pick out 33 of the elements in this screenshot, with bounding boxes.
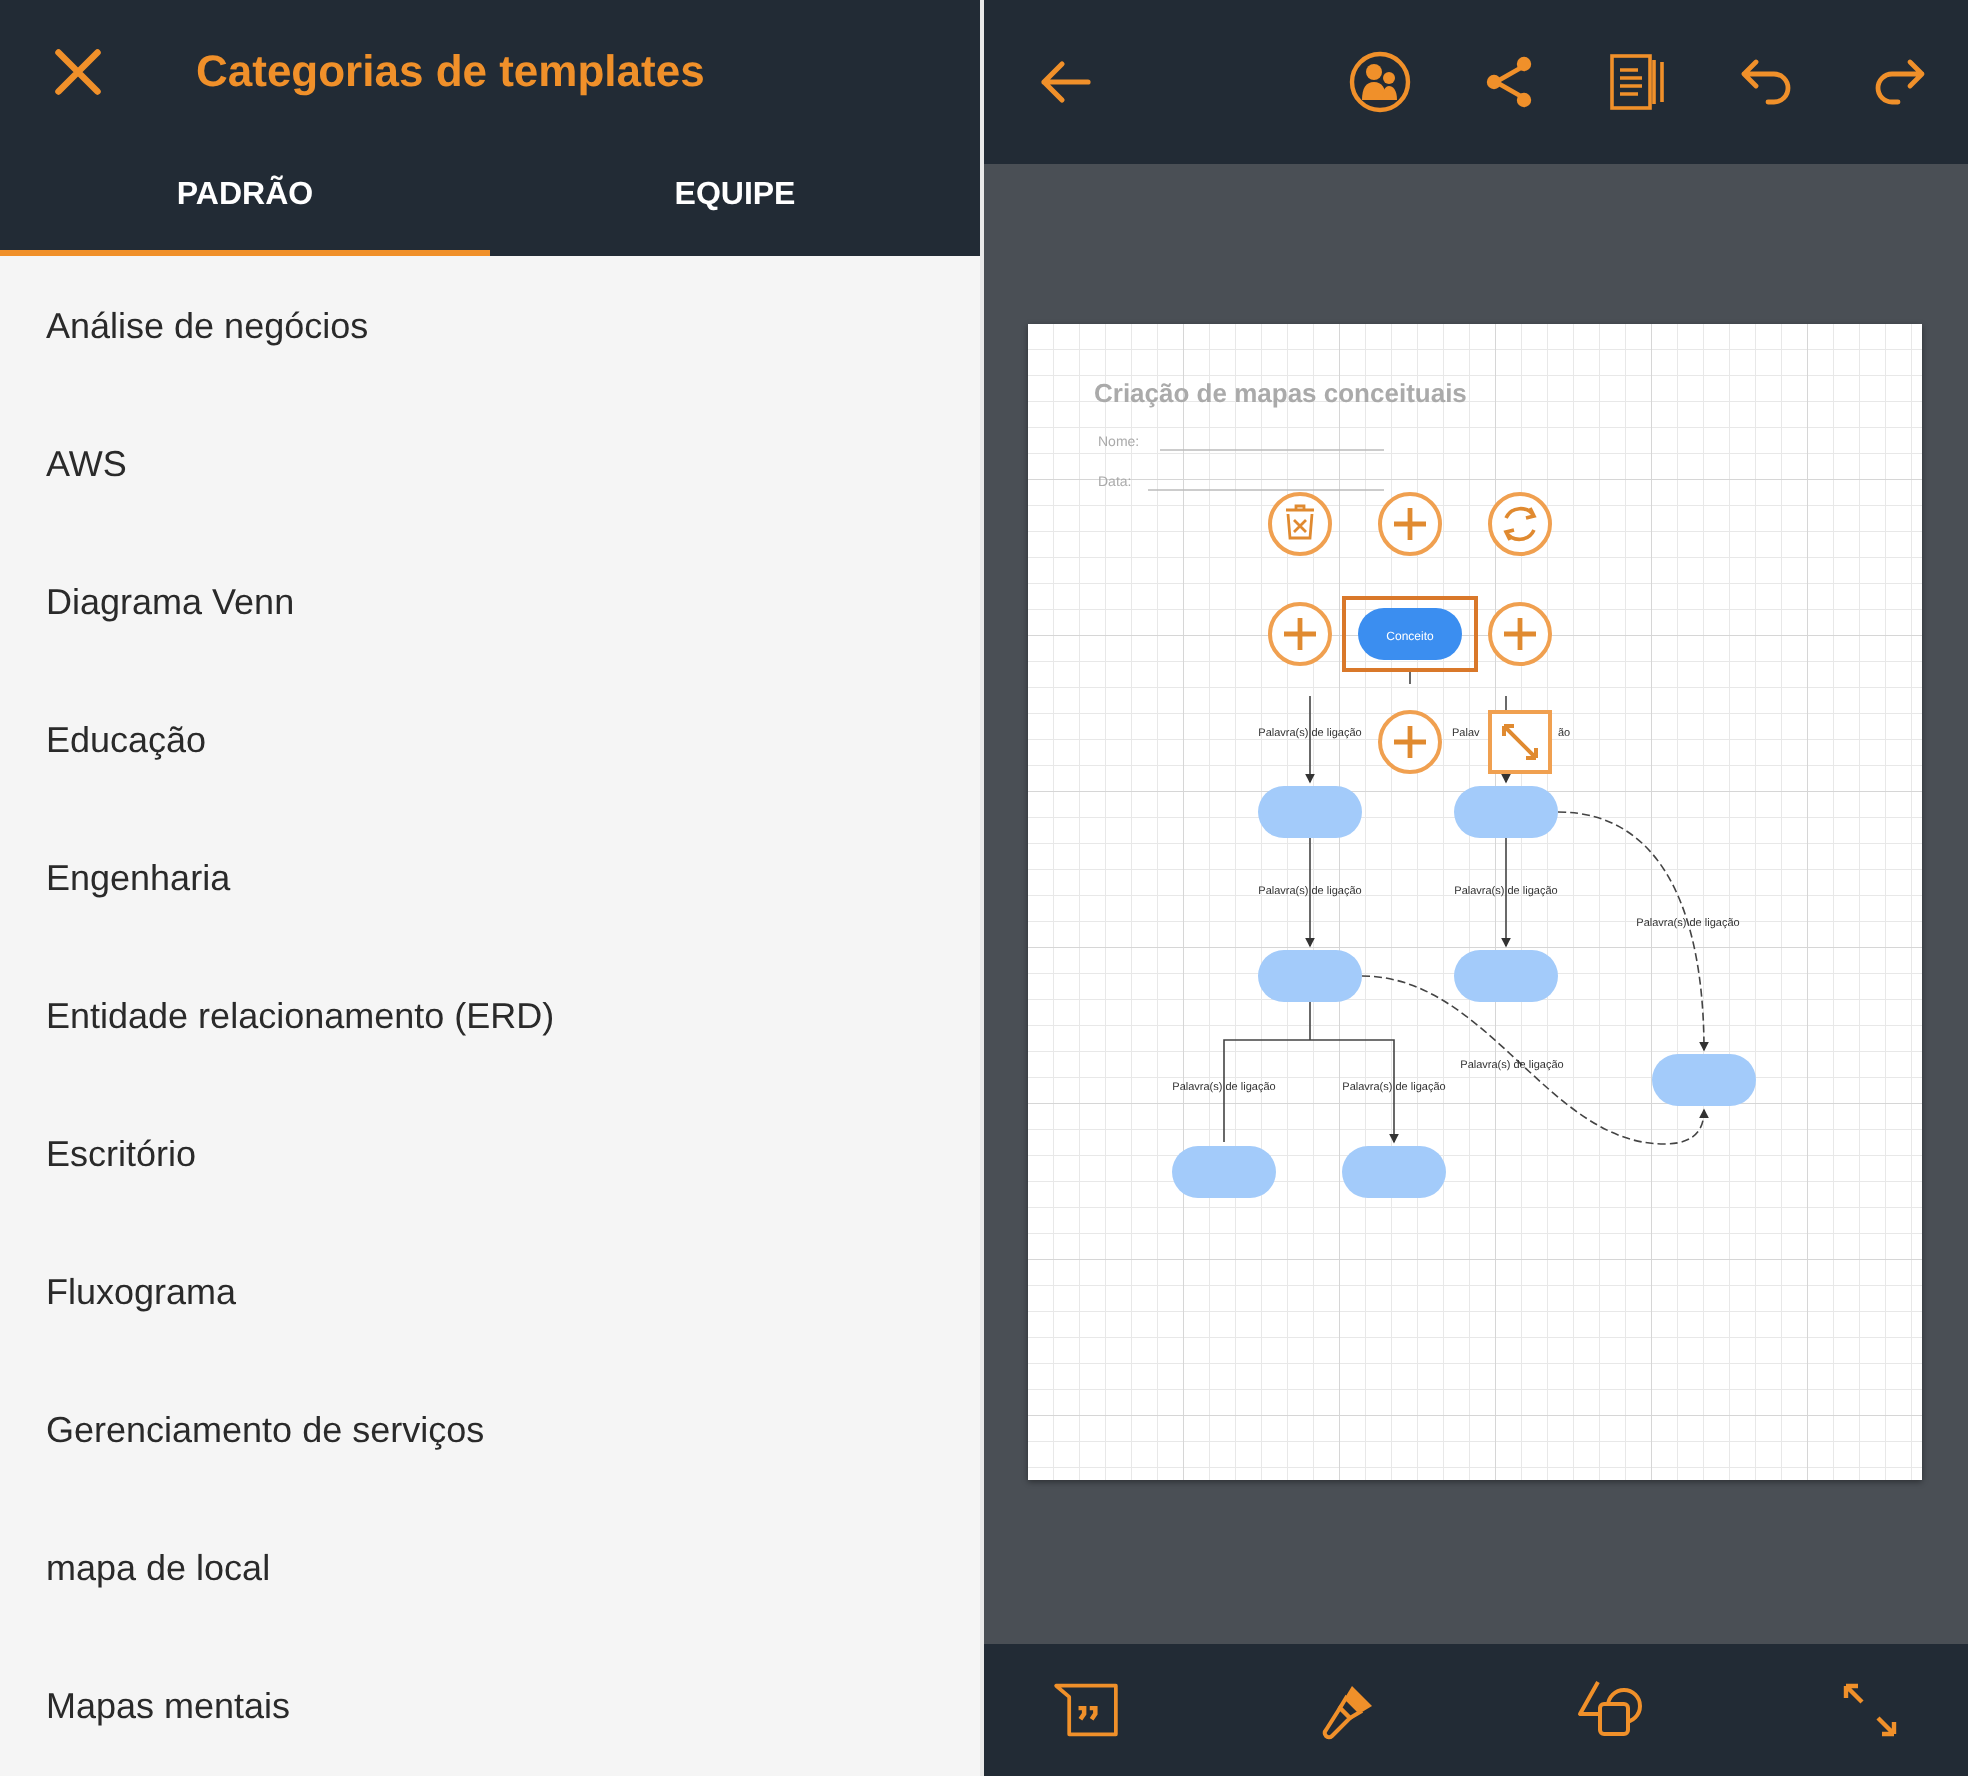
comment-icon[interactable]: [1052, 1682, 1120, 1738]
connector: [1305, 667, 1411, 784]
connector: [1501, 837, 1511, 948]
expand-icon[interactable]: [1840, 1680, 1900, 1740]
resize-icon[interactable]: [1488, 710, 1552, 774]
collaborators-icon[interactable]: [1348, 50, 1412, 114]
category-item[interactable]: Engenharia: [0, 810, 980, 948]
shapes-icon[interactable]: [1576, 1678, 1644, 1742]
category-item[interactable]: Diagrama Venn: [0, 534, 980, 672]
document-title: Criação de mapas conceituais: [1094, 378, 1467, 408]
rotate-icon[interactable]: [1488, 492, 1552, 556]
category-item[interactable]: mapa de local: [0, 1500, 980, 1638]
add-icon[interactable]: [1378, 492, 1442, 556]
category-item[interactable]: Fluxograma: [0, 1224, 980, 1362]
category-item[interactable]: Educação: [0, 672, 980, 810]
tab[interactable]: EQUIPE: [490, 142, 980, 256]
add-icon[interactable]: [1378, 710, 1442, 774]
category-item[interactable]: Entidade relacionamento (ERD): [0, 948, 980, 1086]
delete-icon[interactable]: [1268, 492, 1332, 556]
pages-icon[interactable]: [1608, 52, 1668, 112]
panel-title: Categorias de templates: [196, 45, 705, 98]
add-icon[interactable]: [1488, 602, 1552, 666]
add-icon[interactable]: [1268, 602, 1332, 666]
connector: [1305, 837, 1315, 948]
selection-frame: [1342, 596, 1478, 672]
close-icon[interactable]: [52, 45, 104, 98]
category-item[interactable]: Análise de negócios: [0, 256, 980, 396]
back-arrow-icon[interactable]: [1036, 58, 1092, 106]
category-item[interactable]: AWS: [0, 396, 980, 534]
category-item[interactable]: Gerenciamento de serviços: [0, 1362, 980, 1500]
category-item[interactable]: Mapas mentais: [0, 1638, 980, 1776]
tab[interactable]: PADRÃO: [0, 142, 490, 256]
category-item[interactable]: Escritório: [0, 1086, 980, 1224]
